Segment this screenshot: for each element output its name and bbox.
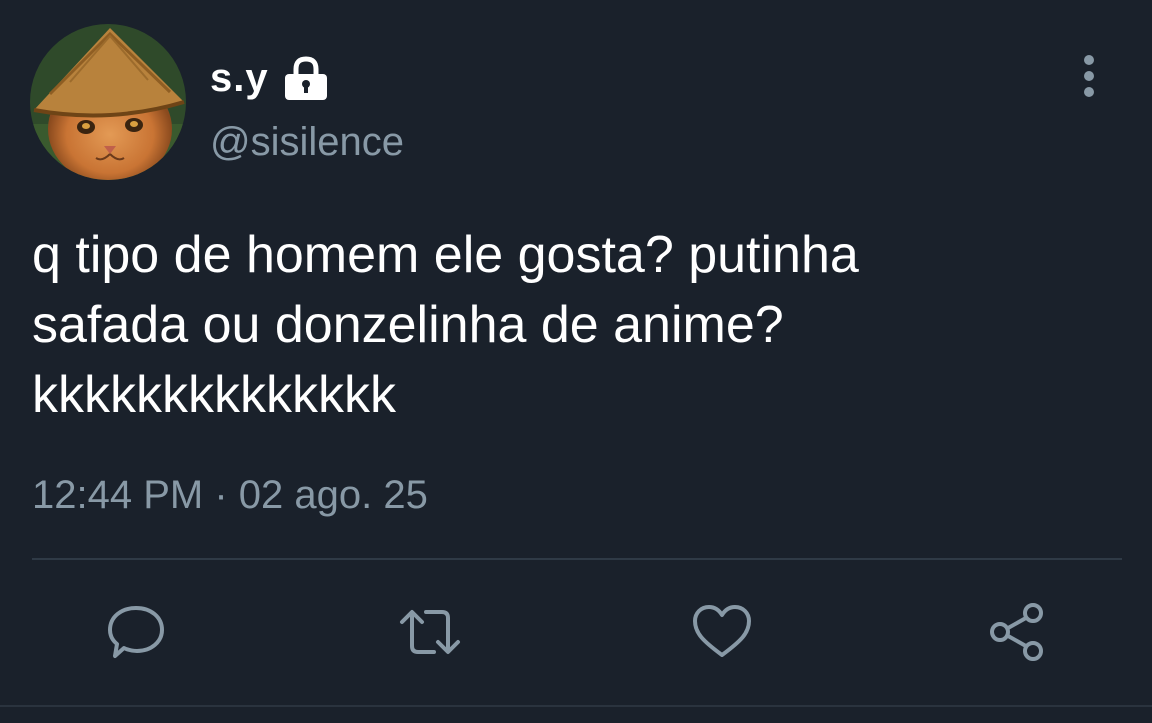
divider: [32, 558, 1122, 560]
share-button[interactable]: [986, 600, 1050, 664]
tweet-text: q tipo de homem ele gosta? putinha safad…: [32, 226, 859, 424]
display-name-row: s.y: [210, 48, 329, 108]
avatar-image: [30, 24, 186, 180]
avatar[interactable]: [30, 24, 186, 180]
reply-button[interactable]: [104, 600, 168, 664]
action-bar: [0, 600, 1152, 664]
bottom-divider: [0, 705, 1152, 707]
user-handle[interactable]: @sisilence: [210, 122, 404, 162]
display-name[interactable]: s.y: [210, 58, 269, 98]
retweet-icon: [400, 610, 460, 654]
tweet-detail: s.y @sisilence q tipo de homem ele gosta…: [0, 0, 1152, 723]
retweet-button[interactable]: [398, 600, 462, 664]
heart-icon: [693, 605, 751, 657]
lock-icon: [283, 56, 329, 100]
like-button[interactable]: [690, 600, 754, 664]
more-vertical-icon[interactable]: [1072, 52, 1106, 100]
reply-icon: [108, 606, 164, 658]
share-icon: [990, 603, 1043, 661]
tweet-timestamp[interactable]: 12:44 PM · 02 ago. 25: [32, 475, 428, 515]
